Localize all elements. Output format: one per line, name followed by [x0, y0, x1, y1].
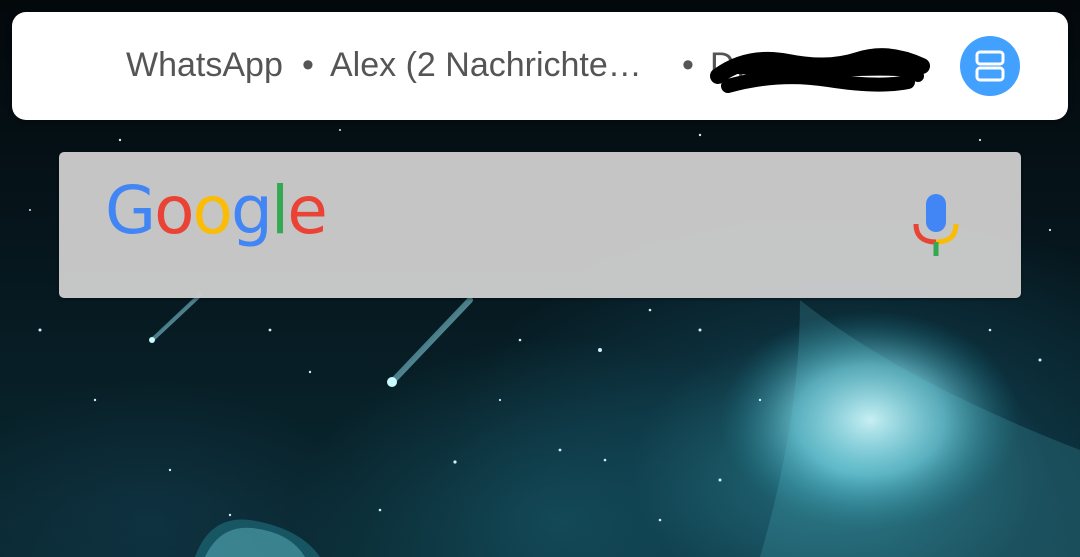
notification-separator: • — [682, 46, 694, 84]
notification-bar[interactable]: WhatsApp • Alex (2 Nachrichte… • D… … — [12, 12, 1068, 120]
notification-separator: • — [302, 46, 314, 84]
redaction-scribble — [710, 48, 930, 93]
notification-app-name: WhatsApp — [126, 46, 283, 84]
expand-notifications-button[interactable] — [960, 36, 1020, 96]
google-logo: Google — [105, 172, 328, 249]
notification-message-preview[interactable]: Alex (2 Nachrichte… — [330, 46, 660, 85]
expand-notifications-icon — [975, 50, 1005, 82]
google-search-widget[interactable]: Google — [59, 152, 1021, 298]
microphone-icon[interactable] — [911, 194, 961, 258]
